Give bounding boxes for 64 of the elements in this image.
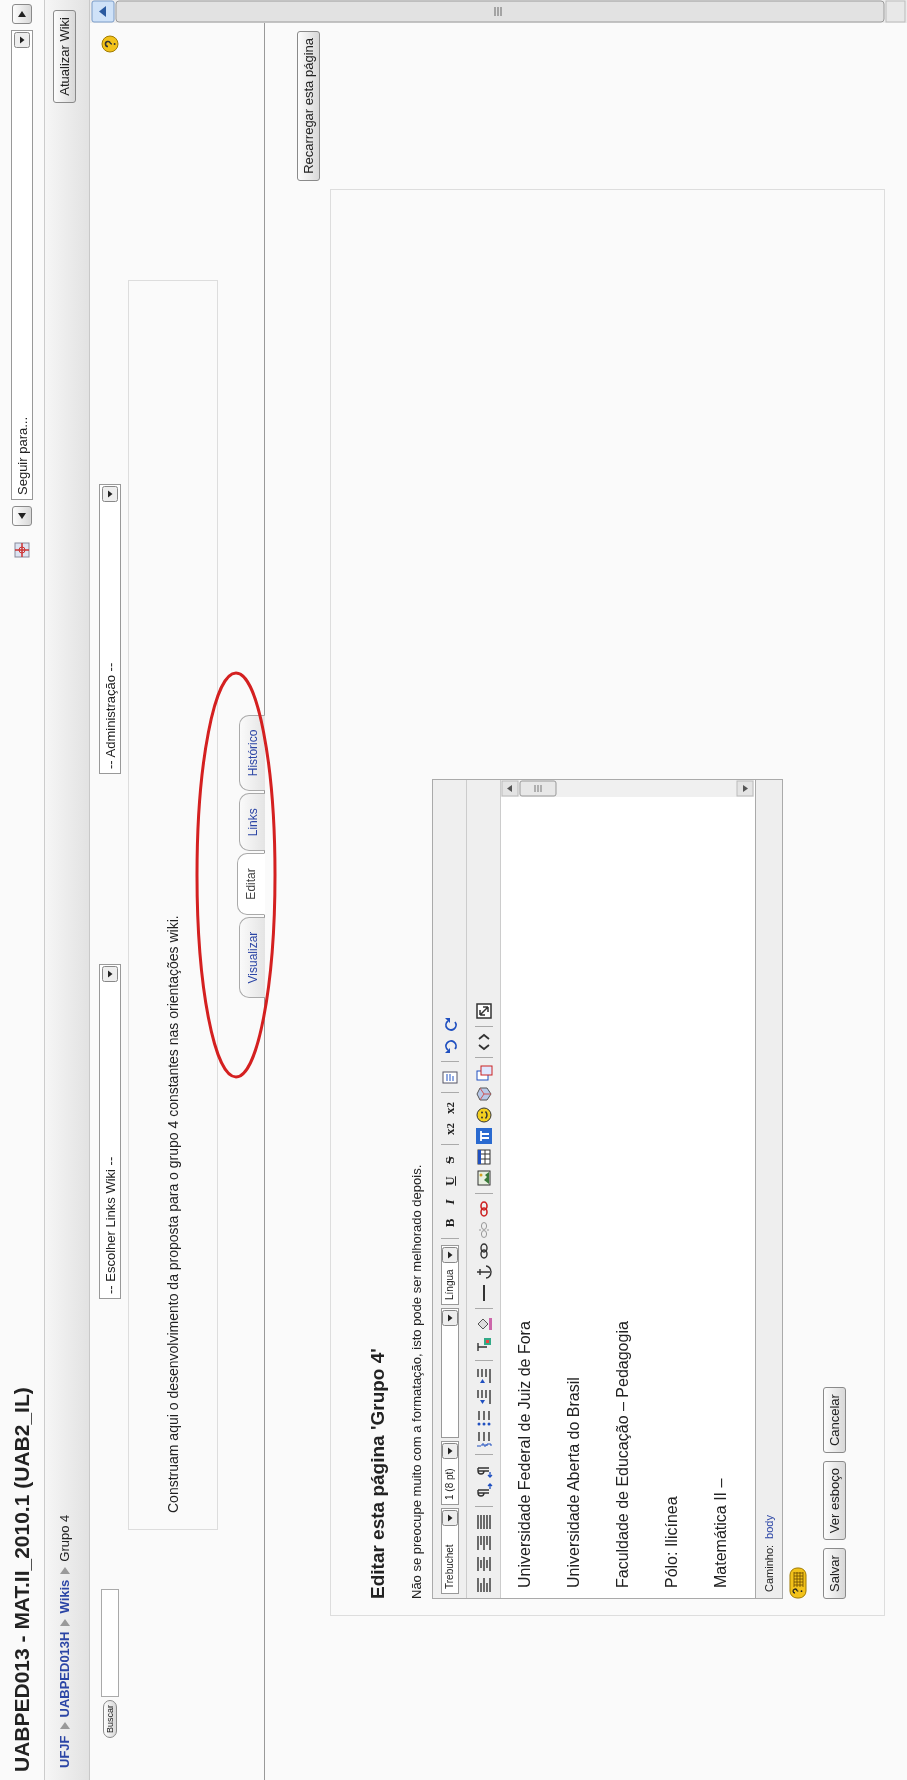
anchor-icon[interactable] (474, 1263, 493, 1281)
help-icon[interactable] (101, 35, 119, 53)
keyboard-icon[interactable] (789, 1567, 807, 1599)
editor-text-line: Matemática II – (711, 1477, 730, 1588)
breadcrumb-link[interactable]: Wikis (57, 1579, 72, 1614)
tab[interactable]: Links (239, 793, 265, 852)
search-replace-icon[interactable] (474, 1064, 493, 1082)
separator-arrow-icon (59, 1618, 70, 1627)
save-button[interactable]: Salvar (823, 1548, 846, 1599)
language-select[interactable]: Língua (440, 1245, 459, 1305)
editor-text-line: Faculdade de Educação – Pedagogia (613, 1320, 632, 1588)
outdent-icon[interactable] (474, 1388, 493, 1406)
table-icon[interactable] (474, 1148, 493, 1166)
special-character-icon[interactable] (474, 1085, 493, 1103)
page-title: UABPED013 - MAT.II_2010.1 (UAB2_IL) (10, 1387, 34, 1772)
description-text: Construam aqui o desenvolvimento da proposta para o grupo 4 constantes nas orientações wiki. (165, 915, 181, 1513)
text-color-icon[interactable] (474, 1336, 493, 1354)
jump-select[interactable]: Seguir para... (11, 30, 33, 500)
tab[interactable]: Histórico (239, 714, 265, 792)
cancel-button[interactable]: Cancelar (823, 1387, 846, 1454)
font-select[interactable]: Trebuchet (440, 1508, 459, 1594)
breadcrumb-link[interactable]: UFJF (57, 1735, 72, 1768)
reload-button[interactable]: Recarregar esta página (297, 31, 320, 181)
separator-arrow-icon (59, 1722, 70, 1731)
links-select[interactable]: -- Escolher Links Wiki -- (99, 964, 121, 1299)
tab[interactable]: Editar (237, 853, 265, 915)
bold-button[interactable]: B (440, 1214, 459, 1232)
format-select[interactable] (440, 1308, 459, 1438)
italic-button[interactable]: I (440, 1193, 459, 1211)
underline-button[interactable]: U (440, 1172, 459, 1190)
search-button[interactable]: Buscar (103, 1700, 117, 1738)
tab[interactable]: Visualizar (239, 916, 265, 999)
smiley-icon[interactable] (474, 1106, 493, 1124)
pi-icon[interactable] (474, 1127, 493, 1145)
indent-icon[interactable] (474, 1367, 493, 1385)
previous-button[interactable] (12, 506, 32, 526)
grid-icon (14, 542, 30, 558)
next-button[interactable] (12, 4, 32, 24)
editor-text-line: Pólo: Ilicínea (662, 1495, 681, 1588)
editor-note: Não se preocupe muito com a formatação, isto pode ser melhorado depois. (409, 1164, 424, 1599)
update-wiki-button[interactable]: Atualizar Wiki (53, 10, 76, 103)
search-field[interactable] (101, 1589, 119, 1697)
breadcrumb-current: Grupo 4 (57, 1514, 72, 1562)
left-to-right-icon[interactable] (474, 1482, 493, 1500)
preview-button[interactable]: Ver esboço (823, 1461, 846, 1541)
admin-select[interactable]: -- Administração -- (99, 484, 121, 774)
image-icon[interactable] (474, 1169, 493, 1187)
align-justify-icon[interactable] (474, 1513, 493, 1531)
strikethrough-button[interactable]: S (440, 1151, 459, 1169)
fullscreen-icon[interactable] (474, 1002, 493, 1020)
align-left-icon[interactable] (474, 1576, 493, 1594)
align-center-icon[interactable] (474, 1555, 493, 1573)
numbered-list-icon[interactable] (474, 1430, 493, 1448)
align-right-icon[interactable] (474, 1534, 493, 1552)
editor-text-line: Universidade Federal de Juiz de Fora (515, 1320, 534, 1588)
size-select[interactable]: 1 (8 pt) (440, 1441, 459, 1505)
separator-arrow-icon (59, 1566, 70, 1575)
editor-text-line: Universidade Aberta do Brasil (564, 1376, 583, 1588)
path-link[interactable]: body (763, 1515, 775, 1539)
editor-area[interactable]: Universidade Federal de Juiz de Fora Universidade Aberta do Brasil Faculdade de Educação – Pedagogia Pólo: Ilicínea Matemática II – (501, 780, 756, 1598)
clean-document-icon[interactable] (440, 1068, 459, 1086)
path-label: Caminho: (763, 1544, 775, 1592)
editor-heading: Editar esta página 'Grupo 4' (367, 1348, 389, 1599)
breadcrumb-link[interactable]: UABPED013H (57, 1631, 72, 1718)
